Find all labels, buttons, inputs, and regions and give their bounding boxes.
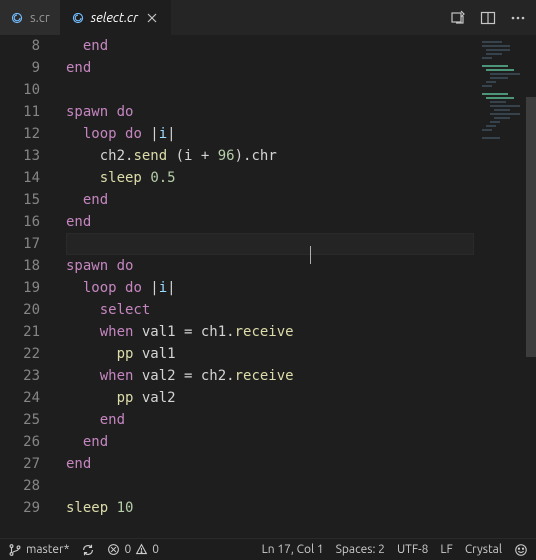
tab-label: select.cr [91, 11, 138, 25]
line-number: 22 [0, 343, 40, 365]
code-line[interactable] [66, 79, 474, 101]
code-line[interactable]: end [66, 453, 474, 475]
line-number: 13 [0, 145, 40, 167]
line-number: 26 [0, 431, 40, 453]
cursor-position[interactable]: Ln 17, Col 1 [262, 543, 324, 556]
line-number: 12 [0, 123, 40, 145]
code-line[interactable]: select [66, 299, 474, 321]
line-number: 15 [0, 189, 40, 211]
line-number-gutter: 8910111213141516171819202122232425262728… [0, 35, 58, 538]
vertical-scrollbar[interactable] [524, 35, 536, 538]
status-bar: master* 0 0 Ln 17, Col 1 Spaces: 2 UTF-8… [0, 538, 536, 560]
line-number: 8 [0, 35, 40, 57]
tab-label: s.cr [30, 11, 50, 25]
editor-actions [450, 0, 536, 35]
code-line[interactable]: ch2.send (i + 96).chr [66, 145, 474, 167]
minimap[interactable] [476, 35, 524, 538]
code-line[interactable]: end [66, 35, 474, 57]
indentation[interactable]: Spaces: 2 [336, 543, 385, 556]
text-cursor [310, 246, 311, 264]
encoding[interactable]: UTF-8 [397, 543, 428, 556]
code-line[interactable]: end [66, 409, 474, 431]
code-line[interactable]: pp val1 [66, 343, 474, 365]
line-number: 10 [0, 79, 40, 101]
sync-button[interactable] [81, 543, 95, 557]
line-number: 9 [0, 57, 40, 79]
code-line[interactable]: end [66, 211, 474, 233]
tab-select-cr[interactable]: select.cr [61, 0, 171, 35]
line-number: 24 [0, 387, 40, 409]
git-branch[interactable]: master* [8, 543, 69, 557]
code-line[interactable]: spawn do [66, 255, 474, 277]
editor[interactable]: 8910111213141516171819202122232425262728… [0, 35, 536, 538]
code-area[interactable]: endendspawn do loop do |i| ch2.send (i +… [66, 35, 474, 538]
code-line[interactable] [66, 233, 474, 255]
line-number: 21 [0, 321, 40, 343]
line-number: 14 [0, 167, 40, 189]
line-number: 20 [0, 299, 40, 321]
line-number: 19 [0, 277, 40, 299]
code-line[interactable]: sleep 10 [66, 497, 474, 519]
feedback-icon[interactable] [514, 543, 528, 557]
line-number: 29 [0, 497, 40, 519]
file-icon [10, 11, 24, 25]
code-line[interactable]: loop do |i| [66, 123, 474, 145]
language-mode[interactable]: Crystal [465, 543, 502, 556]
code-line[interactable]: end [66, 189, 474, 211]
line-number: 28 [0, 475, 40, 497]
line-number: 18 [0, 255, 40, 277]
compare-changes-icon[interactable] [450, 10, 466, 26]
branch-name: master* [26, 543, 69, 556]
code-line[interactable]: loop do |i| [66, 277, 474, 299]
line-number: 17 [0, 233, 40, 255]
line-number: 25 [0, 409, 40, 431]
line-number: 23 [0, 365, 40, 387]
code-line[interactable]: spawn do [66, 101, 474, 123]
tab-bar: s.cr select.cr [0, 0, 536, 35]
code-line[interactable]: sleep 0.5 [66, 167, 474, 189]
code-line[interactable]: when val2 = ch2.receive [66, 365, 474, 387]
file-icon [71, 11, 85, 25]
problems[interactable]: 0 0 [107, 543, 159, 556]
code-line[interactable]: pp val2 [66, 387, 474, 409]
more-actions-icon[interactable] [510, 10, 526, 26]
line-number: 27 [0, 453, 40, 475]
eol[interactable]: LF [440, 543, 452, 556]
code-line[interactable] [66, 475, 474, 497]
line-number: 11 [0, 101, 40, 123]
line-number: 16 [0, 211, 40, 233]
code-line[interactable]: end [66, 57, 474, 79]
tab-s-cr[interactable]: s.cr [0, 0, 61, 35]
split-editor-icon[interactable] [480, 10, 496, 26]
close-icon[interactable] [144, 10, 160, 26]
code-line[interactable]: when val1 = ch1.receive [66, 321, 474, 343]
code-line[interactable]: end [66, 431, 474, 453]
scrollbar-thumb[interactable] [526, 97, 536, 357]
error-count: 0 [124, 543, 131, 556]
warning-count: 0 [152, 543, 159, 556]
